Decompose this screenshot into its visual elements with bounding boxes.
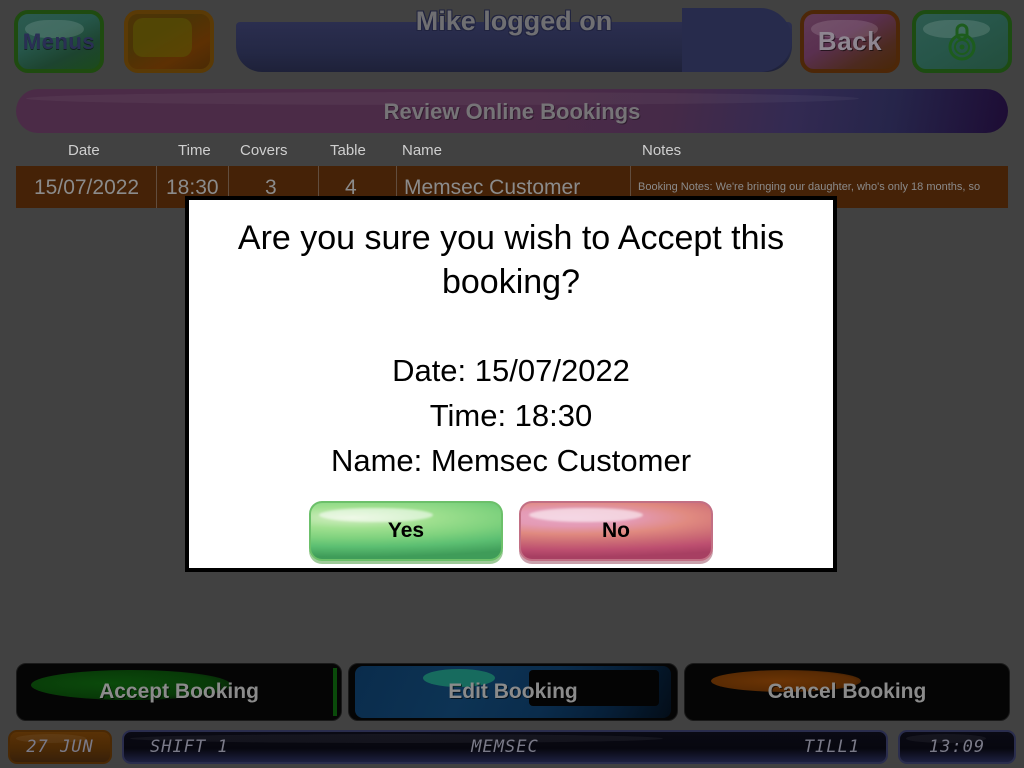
dialog-name-line: Name: Memsec Customer	[330, 443, 692, 478]
column-header-table: Table	[330, 142, 366, 159]
page-title: Mike logged on	[415, 6, 613, 36]
dialog-time-line: Time: 18:30	[429, 398, 593, 433]
table-header-row: Date Time Covers Table Name Notes	[0, 142, 1008, 166]
cancel-booking-button[interactable]: Cancel Booking	[684, 663, 1010, 721]
dialog-no-button[interactable]: No	[519, 501, 713, 561]
dialog-question: Are you sure you wish to Accept this boo…	[237, 219, 785, 301]
status-date-label: 27 JUN	[26, 737, 94, 757]
button-inner-panel	[133, 18, 193, 57]
lock-button[interactable]	[912, 10, 1012, 73]
edit-booking-button[interactable]: Edit Booking	[348, 663, 678, 721]
application-window: Menus Mike logged on Back Review Online …	[0, 0, 1024, 768]
confirm-accept-dialog: Are you sure you wish to Accept this boo…	[185, 196, 837, 572]
back-button-label: Back	[817, 26, 883, 56]
status-till-label: TILL1	[803, 737, 860, 757]
column-header-covers: Covers	[240, 142, 288, 159]
status-main-panel: SHIFT 1 MEMSEC TILL1	[122, 730, 888, 764]
dialog-button-row: Yes No	[189, 501, 833, 561]
status-time: 13:09	[898, 730, 1016, 764]
unlabeled-toolbar-button[interactable]	[124, 10, 214, 73]
status-site-label: MEMSEC	[471, 737, 539, 757]
menus-button[interactable]: Menus	[14, 10, 104, 73]
column-header-date: Date	[68, 142, 100, 159]
dialog-no-label: No	[602, 519, 630, 542]
cell-date: 15/07/2022	[34, 176, 140, 199]
status-bar: 27 JUN SHIFT 1 MEMSEC TILL1 13:09	[0, 728, 1024, 768]
column-header-time: Time	[178, 142, 211, 159]
dialog-date-line: Date: 15/07/2022	[392, 353, 630, 388]
dialog-yes-label: Yes	[387, 519, 425, 542]
title-bar: Mike logged on	[236, 6, 792, 72]
accept-booking-button[interactable]: Accept Booking	[16, 663, 342, 721]
accept-booking-label: Accept Booking	[99, 680, 259, 703]
back-button[interactable]: Back	[800, 10, 900, 73]
cancel-booking-label: Cancel Booking	[767, 680, 927, 703]
cell-notes: Booking Notes: We're bringing our daught…	[638, 181, 981, 193]
button-edge-accent	[333, 668, 337, 716]
dialog-details: Date: 15/07/2022 Time: 18:30 Name: Memse…	[209, 348, 813, 483]
top-toolbar: Menus Mike logged on Back	[0, 0, 1024, 85]
column-header-name: Name	[402, 142, 443, 159]
status-date: 27 JUN	[8, 730, 112, 764]
padlock-icon	[947, 23, 977, 61]
menus-button-label: Menus	[22, 28, 96, 54]
status-time-label: 13:09	[928, 737, 986, 757]
edit-booking-label: Edit Booking	[448, 680, 578, 703]
section-banner-label: Review Online Bookings	[383, 99, 641, 124]
section-banner: Review Online Bookings	[16, 89, 1008, 133]
dialog-yes-button[interactable]: Yes	[309, 501, 503, 561]
column-header-notes: Notes	[642, 142, 682, 159]
